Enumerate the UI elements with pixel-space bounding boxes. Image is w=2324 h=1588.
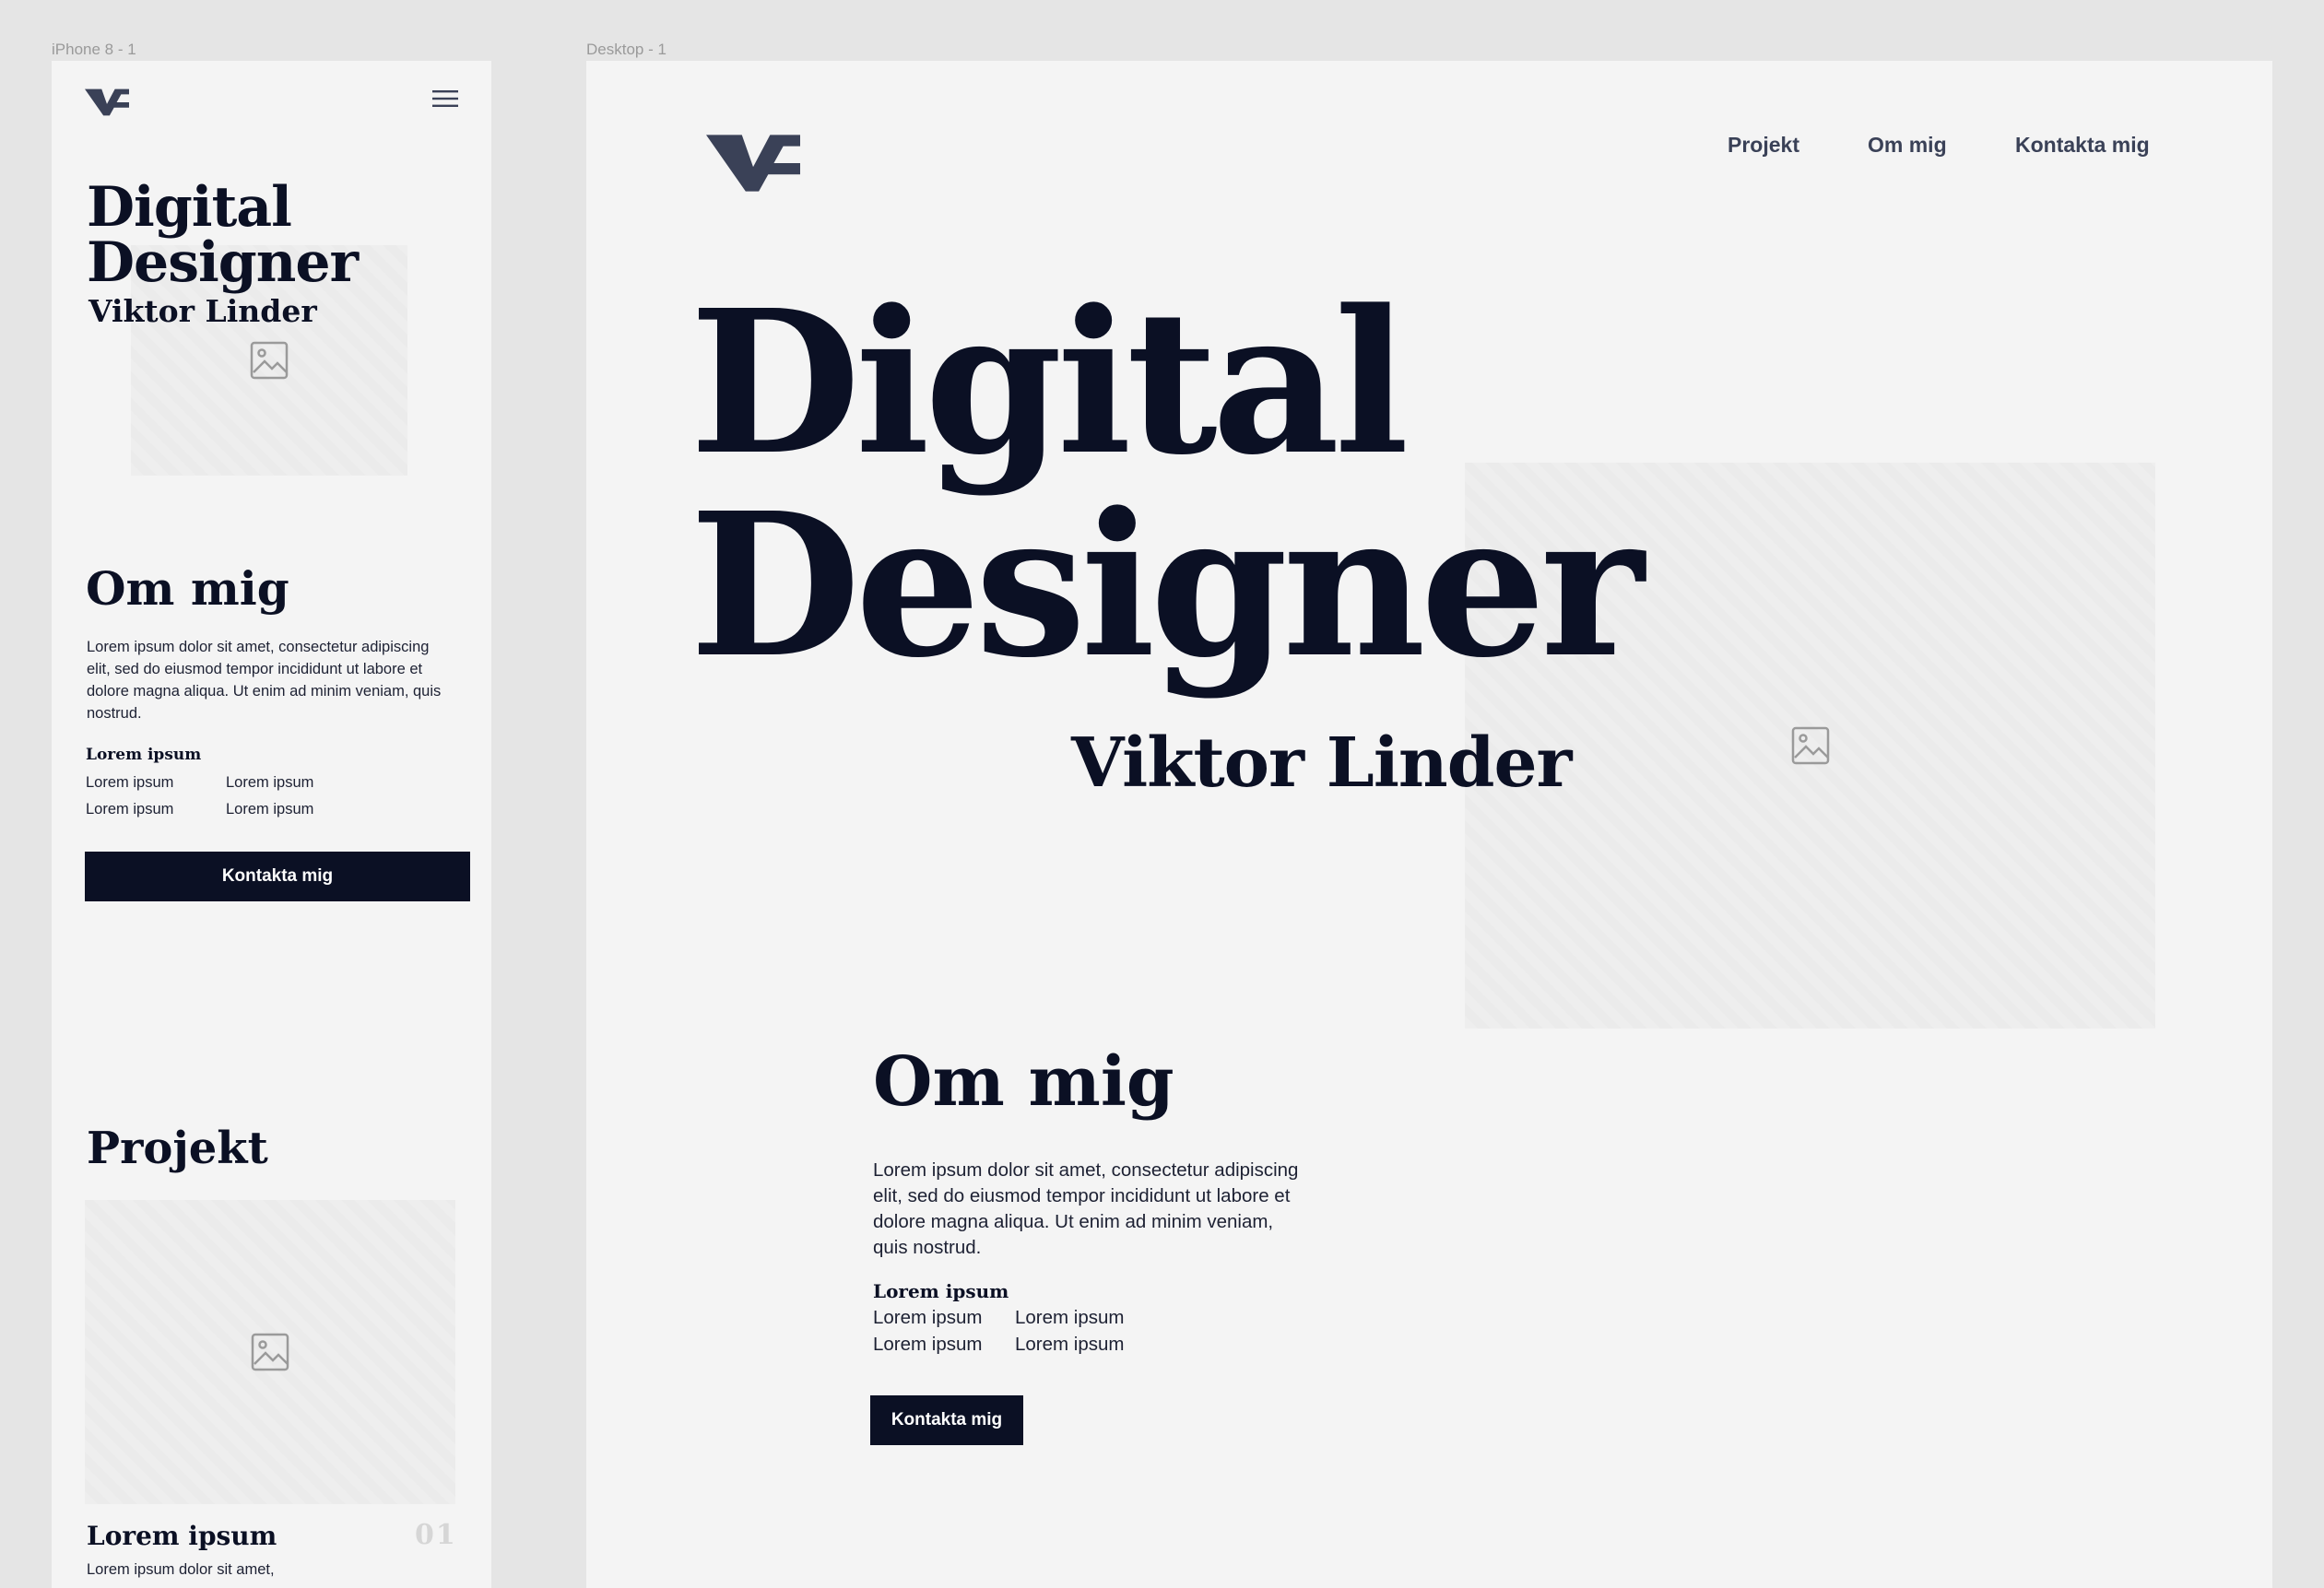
image-icon	[1791, 726, 1829, 765]
list-item: Lorem ipsum	[86, 801, 174, 818]
paragraph-line: elit, sed do eiusmod tempor incididunt u…	[873, 1185, 1291, 1206]
paragraph-line: dolore magna aliqua. Ut enim ad minim ve…	[87, 683, 442, 700]
nav-kontakta-mig[interactable]: Kontakta mig	[2015, 133, 2150, 158]
paragraph-line: Lorem ipsum dolor sit amet, consectetur …	[873, 1159, 1299, 1181]
mobile-list-heading: Lorem ipsum	[86, 746, 202, 764]
project-card-text: Lorem ipsum dolor sit amet,	[87, 1561, 275, 1578]
project-card-number: 01	[415, 1519, 457, 1551]
desktop-hero-title-line2: Designer	[690, 470, 1645, 701]
list-item: Lorem ipsum	[873, 1334, 983, 1355]
desktop-about-heading: Om mig	[873, 1042, 1174, 1122]
logo-icon[interactable]	[706, 135, 800, 196]
desktop-about-paragraph: Lorem ipsum dolor sit amet, consectetur …	[873, 1158, 1298, 1261]
logo-icon[interactable]	[85, 88, 129, 121]
project-image	[85, 1200, 455, 1504]
list-item: Lorem ipsum	[1015, 1334, 1125, 1355]
mobile-hero-title-line2: Designer	[87, 230, 359, 295]
mobile-about-paragraph: Lorem ipsum dolor sit amet, consectetur …	[87, 636, 441, 724]
desktop-hero-title-line1: Digital	[690, 267, 1410, 499]
nav-projekt[interactable]: Projekt	[1728, 133, 1799, 158]
image-icon	[251, 1333, 289, 1371]
paragraph-line: Lorem ipsum dolor sit amet, consectetur …	[87, 639, 430, 655]
list-item: Lorem ipsum	[1015, 1307, 1125, 1328]
desktop-list-heading: Lorem ipsum	[873, 1280, 1009, 1302]
desktop-frame: Projekt Om mig Kontakta mig Digital Desi…	[586, 61, 2272, 1588]
nav-om-mig[interactable]: Om mig	[1868, 133, 1947, 158]
list-item: Lorem ipsum	[873, 1307, 983, 1328]
mobile-frame: Digital Designer Viktor Linder Om mig Lo…	[52, 61, 491, 1588]
mobile-frame-label: iPhone 8 - 1	[52, 41, 136, 58]
mobile-hero-title-line1: Digital	[87, 175, 292, 240]
paragraph-line: elit, sed do eiusmod tempor incididunt u…	[87, 661, 423, 677]
desktop-contact-button[interactable]: Kontakta mig	[870, 1395, 1023, 1445]
mobile-hero-name: Viktor Linder	[88, 293, 317, 329]
paragraph-line: quis nostrud.	[873, 1237, 982, 1258]
image-icon	[250, 341, 289, 380]
desktop-frame-label: Desktop - 1	[586, 41, 667, 58]
desktop-hero-name: Viktor Linder	[1071, 723, 1573, 803]
mobile-about-heading: Om mig	[86, 561, 289, 616]
list-item: Lorem ipsum	[86, 774, 174, 791]
list-item: Lorem ipsum	[226, 801, 314, 818]
paragraph-line: nostrud.	[87, 705, 142, 722]
mobile-contact-button[interactable]: Kontakta mig	[85, 852, 470, 901]
paragraph-line: dolore magna aliqua. Ut enim ad minim ve…	[873, 1211, 1274, 1232]
mobile-projects-heading: Projekt	[87, 1123, 268, 1174]
hamburger-menu-icon[interactable]	[432, 89, 458, 108]
list-item: Lorem ipsum	[226, 774, 314, 791]
project-card-title: Lorem ipsum	[87, 1521, 277, 1551]
